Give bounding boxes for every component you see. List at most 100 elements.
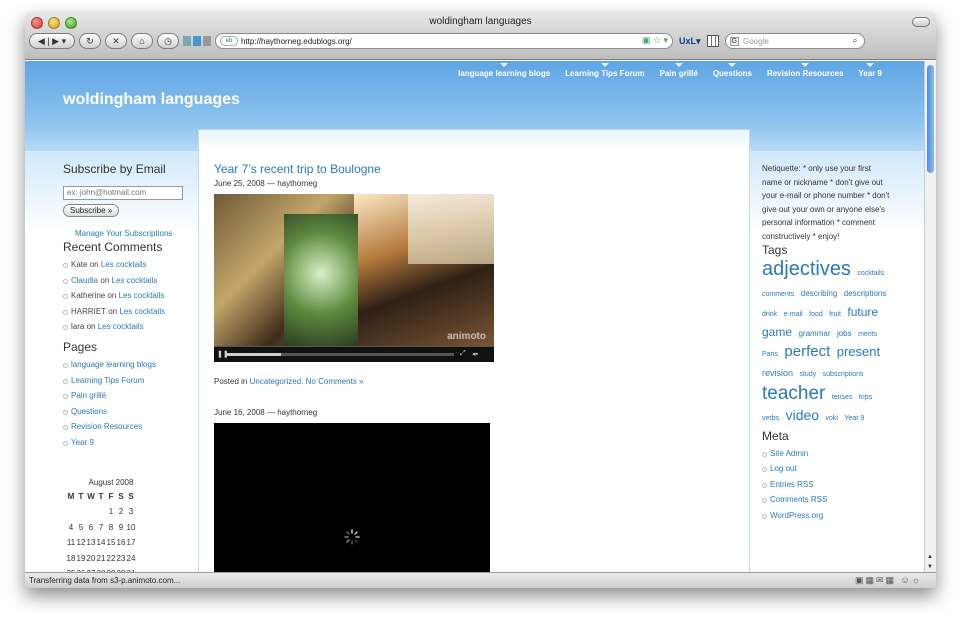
grid-icon[interactable] [706,35,719,47]
volume-icon[interactable]: ◂▪ [472,350,478,358]
nav-link[interactable]: Pain grillé [660,63,698,78]
comment-author-link[interactable]: Claudia [71,276,98,285]
email-field[interactable] [63,185,183,200]
meta-link[interactable]: WordPress.org [762,511,892,527]
bookmark-icon[interactable] [183,36,191,46]
back-icon[interactable]: ◀ [38,36,45,47]
meta-link[interactable]: Entries RSS [762,480,892,496]
back-forward-buttons[interactable]: ◀ | ▶ ▾ [29,33,75,49]
subscribe-button[interactable]: Subscribe » [63,204,120,217]
page-link[interactable]: Year 9 [71,438,94,447]
tag-link[interactable]: describing [801,289,837,298]
google-icon[interactable]: G [729,36,739,46]
left-sidebar: Subscribe by Email Subscribe » Manage Yo… [63,162,193,572]
calendar-day: 1 [108,507,114,517]
nav-link[interactable]: Learning Tips Forum [565,63,645,78]
tag-link[interactable]: jobs [837,329,852,338]
tag-link[interactable]: game [762,325,792,339]
page-item: Revision Resources [63,422,193,438]
tag-link[interactable]: cocktails [857,270,884,277]
meta-link[interactable]: Site Admin [762,449,892,465]
comment-post-link[interactable]: Les cocktails [98,322,144,331]
comment-post-link[interactable]: Les cocktails [119,307,165,316]
page-link[interactable]: Revision Resources [71,422,142,431]
tag-link[interactable]: verbs [762,415,779,422]
tag-link[interactable]: Year 9 [844,415,864,422]
page-link[interactable]: Questions [71,407,107,416]
category-link[interactable]: Uncategorized. [250,377,304,386]
tag-link[interactable]: food [809,311,823,318]
tag-link[interactable]: future [847,305,878,319]
address-bar[interactable]: eb http://haythorneg.edublogs.org/ ▣ ☆ ▾ [215,33,673,49]
scrollbar-thumb[interactable] [927,65,934,173]
calendar-day-label: M [67,491,75,501]
calendar-day-label: W [87,491,95,501]
meta-link[interactable]: Log out [762,464,892,480]
manage-subscriptions-link[interactable]: Manage Your Subscriptions [75,229,193,238]
tag-link[interactable]: present [837,344,880,359]
fullscreen-icon[interactable]: ⤢ [460,350,466,358]
video-player[interactable]: animoto ❚❚ ⤢ ◂▪ [214,194,494,362]
calendar-day-label: F [108,491,114,501]
nav-link[interactable]: Revision Resources [767,63,843,78]
vertical-scrollbar[interactable]: ▲ ▼ [924,61,936,572]
page-link[interactable]: Pain grillé [71,391,106,400]
tag-link[interactable]: trips [859,394,872,401]
history-button[interactable]: ◷ [157,33,179,49]
history-dropdown-icon[interactable]: ▾ [62,36,67,47]
nav-link[interactable]: Questions [713,63,752,78]
rss-star-icon[interactable]: ▣ ☆ ▾ [642,35,668,46]
post-title-link[interactable]: Year 7’s recent trip to Boulogne [214,162,734,176]
status-icons[interactable]: ▣▦✉▦ ☺☼ [855,575,922,586]
search-icon[interactable]: ⌕ [852,35,857,46]
tag-link[interactable]: subscriptions [823,371,864,378]
page-item: Learning Tips Forum [63,376,193,392]
toolbar-toggle-button[interactable] [912,17,930,27]
page-link[interactable]: language learning blogs [71,360,156,369]
reload-button[interactable]: ↻ [79,33,101,49]
tag-link[interactable]: voki [826,415,838,422]
tag-link[interactable]: Paris [762,351,778,358]
comment-post-link[interactable]: Les cocktails [101,260,147,269]
tag-link[interactable]: merits [858,331,877,338]
tag-link[interactable]: perfect [784,343,830,360]
comment-post-link[interactable]: Les cocktails [112,276,158,285]
post-meta: June 25, 2008 — haythorneg [214,179,318,188]
comment-post-link[interactable]: Les cocktails [119,291,165,300]
post-date: June 25, 2008 [214,179,265,188]
home-button[interactable]: ⌂ [131,33,153,49]
search-field[interactable]: G Google ⌕ [724,33,865,49]
site-title[interactable]: woldingham languages [63,91,240,109]
meta-link[interactable]: Comments RSS [762,495,892,511]
save-icon[interactable] [193,36,201,46]
tag-link[interactable]: tenses [832,394,853,401]
stop-button[interactable]: ✕ [105,33,127,49]
tag-link[interactable]: descriptions [844,289,887,298]
tag-link[interactable]: grammar [798,329,830,338]
tag-link[interactable]: drink [762,311,777,318]
video-player-loading[interactable] [214,423,490,572]
nav-link[interactable]: language learning blogs [458,63,550,78]
tag-link[interactable]: study [799,371,816,378]
print-icon[interactable] [203,36,211,46]
comments-link[interactable]: No Comments » [306,377,364,386]
forward-icon[interactable]: ▶ [52,36,59,47]
page-link[interactable]: Learning Tips Forum [71,376,144,385]
tag-link[interactable]: revision [762,368,793,378]
tag-link[interactable]: adjectives [762,258,851,280]
site-favicon-icon: eb [220,36,238,46]
tag-link[interactable]: fruit [829,311,841,318]
calendar-day: 13 [86,538,96,548]
status-text: Transferring data from s3-p.animoto.com.… [29,576,181,585]
scroll-up-icon[interactable]: ▲ [927,554,933,560]
tag-link[interactable]: e-mail [784,311,803,318]
video-frame [408,194,494,264]
tag-link[interactable]: video [786,407,819,423]
scroll-down-icon[interactable]: ▼ [927,564,933,570]
tag-link[interactable]: comments [762,291,794,298]
tag-link[interactable]: teacher [762,383,825,404]
video-frame [284,214,358,346]
nav-link[interactable]: Year 9 [858,63,882,78]
uxl-icon[interactable]: UxL▾ [679,36,701,47]
address-text[interactable]: http://haythorneg.edublogs.org/ [241,37,352,46]
